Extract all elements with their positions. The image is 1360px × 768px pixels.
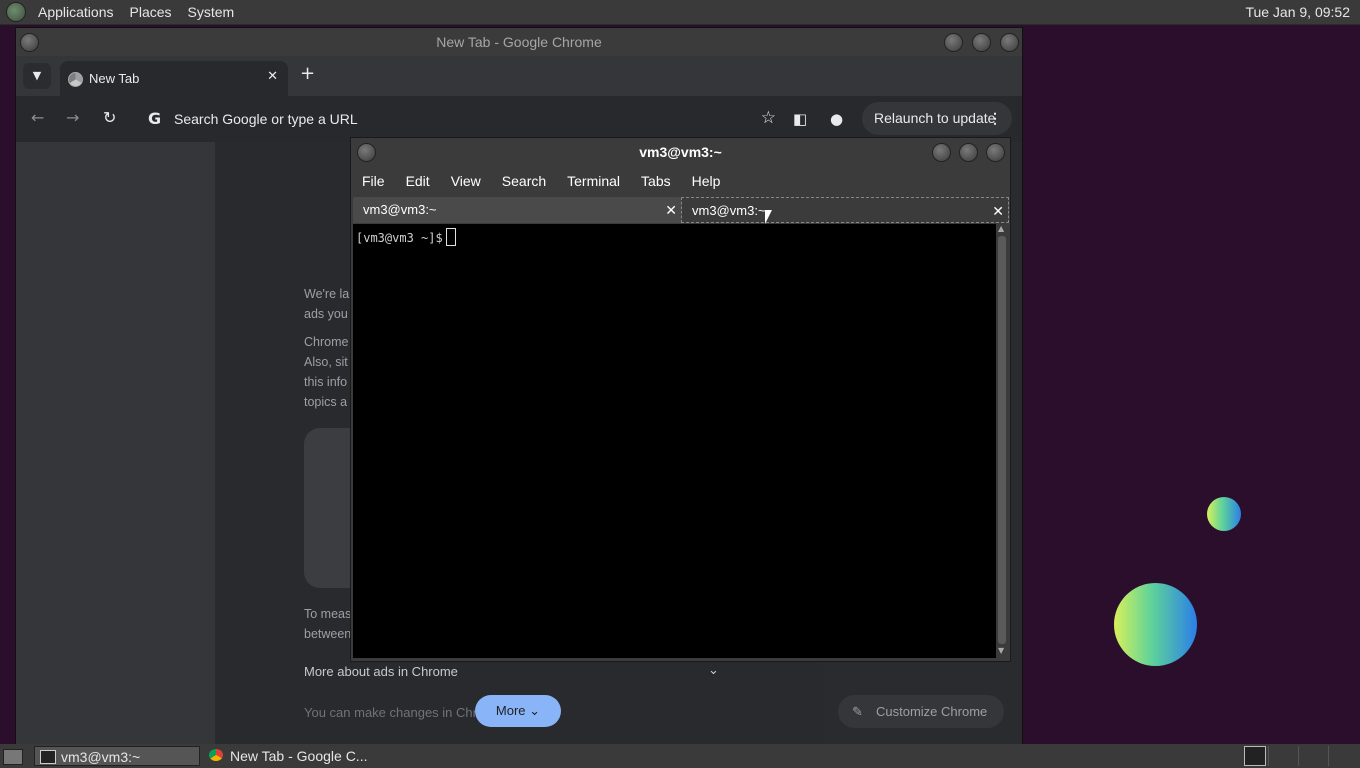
terminal-tab-label: vm3@vm3:~ [692,203,766,218]
scrollbar-thumb[interactable] [998,236,1006,644]
close-icon[interactable] [986,143,1005,162]
customize-label: Customize Chrome [876,704,988,719]
terminal-output[interactable]: [vm3@vm3 ~]$ [353,224,996,658]
dialog-text-line: We're la [304,287,350,301]
tab-title: New Tab [89,71,140,86]
minimize-icon[interactable] [944,33,963,52]
show-desktop-icon[interactable] [3,749,23,765]
terminal-scrollbar[interactable]: ▲ ▼ [996,224,1008,658]
tab-close-icon[interactable]: ✕ [267,69,278,84]
window-menu-icon[interactable] [20,33,39,52]
maximize-icon[interactable] [959,143,978,162]
terminal-menubar: File Edit View Search Terminal Tabs Help [351,166,1010,196]
menu-applications[interactable]: Applications [38,4,114,20]
window-menu-icon[interactable] [357,143,376,162]
chrome-window-title: New Tab - Google Chrome [436,34,602,50]
chrome-tabstrip: ▼ New Tab ✕ + [16,56,1022,96]
omnibox-placeholder[interactable]: Search Google or type a URL [174,111,358,127]
maximize-icon[interactable] [972,33,991,52]
terminal-tab-label: vm3@vm3:~ [363,202,437,217]
google-g-icon: G [148,109,162,128]
dialog-text-line: Also, sit [304,355,348,369]
terminal-titlebar[interactable]: vm3@vm3:~ [351,138,1010,166]
terminal-tab-1[interactable]: vm3@vm3:~ ✕ [353,197,681,223]
omnibox[interactable]: G Search Google or type a URL ☆ [140,102,776,136]
bottom-panel: vm3@vm3:~ New Tab - Google C... [0,744,1360,768]
profile-avatar-icon[interactable]: ● [830,110,843,128]
kebab-menu-icon[interactable]: ⋮ [988,102,1002,135]
text-cursor [445,228,456,246]
customize-chrome-button[interactable]: ✎ Customize Chrome [838,695,1004,728]
mouse-pointer-icon [765,210,772,224]
taskbar-label: vm3@vm3:~ [61,749,141,765]
pencil-icon: ✎ [852,704,863,719]
new-tab-plus-icon[interactable]: + [300,63,315,84]
workspace-4[interactable] [1328,746,1357,766]
scroll-up-arrow-icon[interactable]: ▲ [998,224,1004,233]
dialog-text-line: Chrome [304,335,349,349]
more-about-ads-link[interactable]: More about ads in Chrome [304,664,458,679]
menu-places[interactable]: Places [130,4,172,20]
menu-terminal[interactable]: Terminal [567,173,620,189]
desktop-orb-small [1207,497,1241,531]
top-panel: Applications Places System Tue Jan 9, 09… [0,0,1360,25]
prompt-text: [vm3@vm3 ~]$ [356,231,443,245]
dialog-text-line: between [304,627,352,641]
desktop-orb-large [1114,583,1197,666]
scroll-down-arrow-icon[interactable]: ▼ [998,646,1004,655]
terminal-tab-2[interactable]: vm3@vm3:~ ✕ [681,197,1009,223]
taskbar-label: New Tab - Google C... [230,748,368,764]
back-arrow-icon[interactable]: ← [31,108,44,127]
terminal-icon [40,750,56,764]
menu-file[interactable]: File [362,173,385,189]
terminal-window-title: vm3@vm3:~ [639,144,722,160]
terminal-tabs: vm3@vm3:~ ✕ vm3@vm3:~ ✕ [351,197,1010,223]
chrome-favicon-icon [68,72,83,87]
menu-view[interactable]: View [451,173,481,189]
relaunch-button[interactable]: Relaunch to update ⋮ [862,102,1012,135]
taskbar-item-terminal[interactable]: vm3@vm3:~ [34,746,200,766]
dialog-text-line: ads you [304,307,348,321]
workspace-3[interactable] [1298,746,1327,766]
menu-edit[interactable]: Edit [406,173,430,189]
reload-icon[interactable]: ↻ [103,108,116,127]
tab-close-icon[interactable]: ✕ [992,198,1004,224]
menu-tabs[interactable]: Tabs [641,173,671,189]
more-button[interactable]: More ⌄ [475,695,561,727]
dialog-text-line: topics a [304,395,348,409]
terminal-window: vm3@vm3:~ File Edit View Search Terminal… [350,137,1011,662]
distro-logo-icon[interactable] [6,2,26,22]
menu-system[interactable]: System [188,4,235,20]
relaunch-label: Relaunch to update [874,110,996,126]
dialog-text-line: To meas [304,607,352,621]
tab-close-icon[interactable]: ✕ [665,197,677,223]
minimize-icon[interactable] [932,143,951,162]
dialog-text-line: this info [304,375,348,389]
dialog-changes-text: You can make changes in Chr [304,705,477,720]
panel-clock[interactable]: Tue Jan 9, 09:52 [1245,4,1350,20]
chrome-toolbar: ← → ↻ G Search Google or type a URL ☆ ◧ … [16,96,1022,142]
more-button-label: More [495,703,526,718]
menu-search[interactable]: Search [502,173,546,189]
left-pane [16,142,215,745]
tab-new-tab[interactable]: New Tab ✕ [60,61,288,96]
close-icon[interactable] [1000,33,1019,52]
workspace-2[interactable] [1268,746,1297,766]
top-menu: Applications Places System [30,4,242,20]
workspace-switcher-icon[interactable] [1244,746,1266,766]
shell-prompt: [vm3@vm3 ~]$ [356,228,456,246]
bookmark-star-icon[interactable]: ☆ [761,108,776,128]
menu-help[interactable]: Help [692,173,721,189]
tab-search-chevron-icon[interactable]: ▼ [23,63,51,89]
chrome-icon [209,749,223,761]
chrome-titlebar[interactable]: New Tab - Google Chrome [16,28,1022,56]
expand-chevron-icon[interactable]: ⌄ [708,662,719,678]
chevron-down-icon: ⌄ [529,703,541,718]
forward-arrow-icon[interactable]: → [66,108,79,127]
taskbar-item-chrome[interactable]: New Tab - Google C... [204,746,374,766]
side-panel-icon[interactable]: ◧ [793,110,807,128]
